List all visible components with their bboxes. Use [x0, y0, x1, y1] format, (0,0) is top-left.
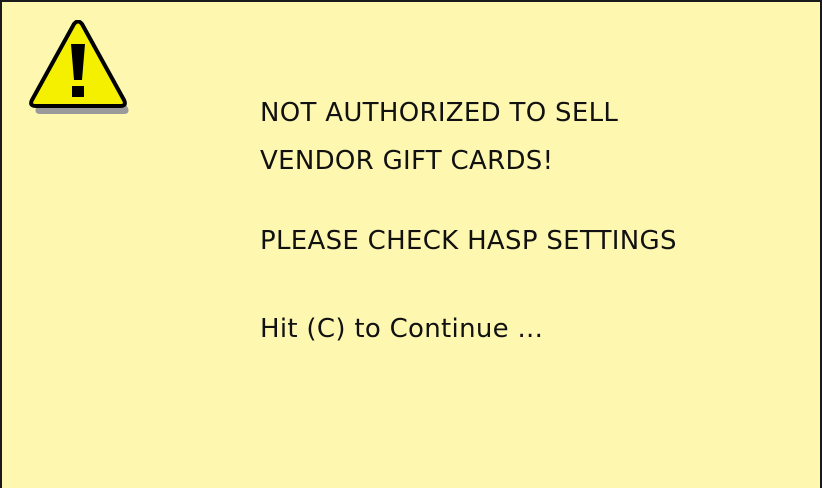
warning-triangle-icon — [29, 20, 129, 114]
alert-dialog: NOT AUTHORIZED TO SELL VENDOR GIFT CARDS… — [0, 0, 822, 488]
error-message-line-2: VENDOR GIFT CARDS! — [260, 146, 554, 176]
error-message-line-1: NOT AUTHORIZED TO SELL — [260, 98, 619, 128]
continue-prompt: Hit (C) to Continue ... — [260, 314, 544, 344]
error-message-line-3: PLEASE CHECK HASP SETTINGS — [260, 226, 677, 256]
